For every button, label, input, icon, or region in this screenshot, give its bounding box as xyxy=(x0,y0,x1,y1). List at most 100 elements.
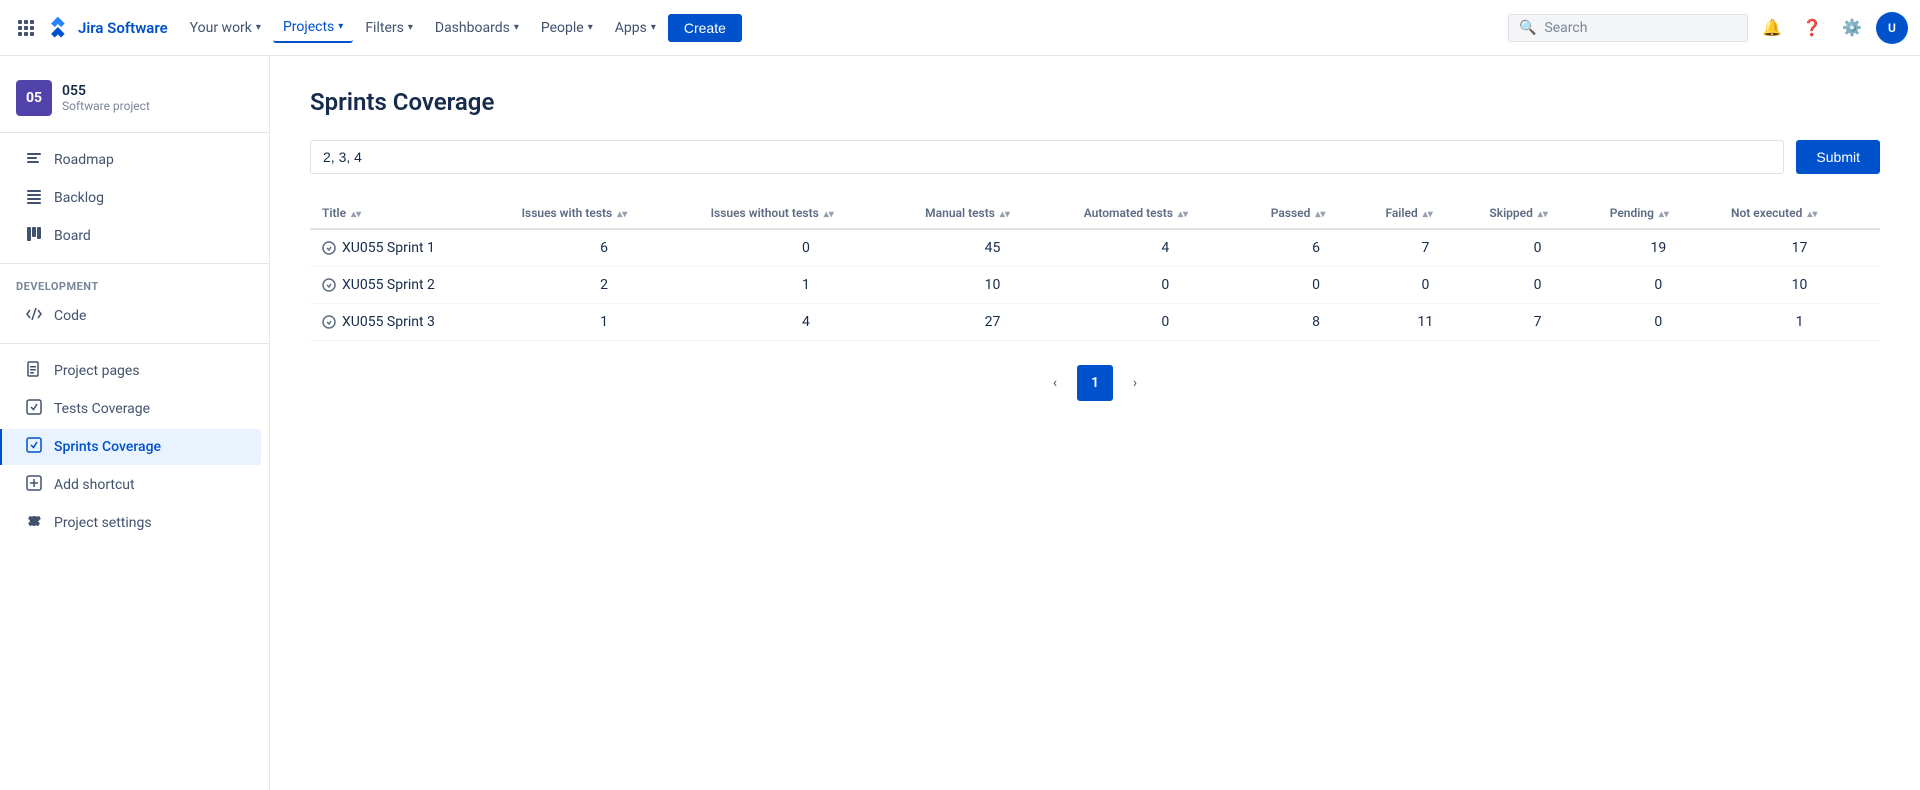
notifications-button[interactable]: 🔔 xyxy=(1756,12,1788,44)
main-content: Sprints Coverage Submit Title ▴▾ Issues … xyxy=(270,56,1920,790)
nav-filters[interactable]: Filters ▾ xyxy=(355,14,423,42)
cell-pending: 0 xyxy=(1598,267,1719,304)
sidebar-divider xyxy=(0,263,269,264)
project-icon: 05 xyxy=(16,80,52,116)
sidebar: 05 055 Software project Roadmap Backlog … xyxy=(0,56,270,790)
table-row[interactable]: XU055 Sprint 3 1 4 27 0 8 11 7 0 1 xyxy=(310,304,1880,341)
cell-manual-tests: 45 xyxy=(913,229,1072,267)
app-layout: 05 055 Software project Roadmap Backlog … xyxy=(0,56,1920,790)
col-failed[interactable]: Failed ▴▾ xyxy=(1373,198,1477,229)
sidebar-item-label: Backlog xyxy=(54,190,104,206)
cell-not-executed: 17 xyxy=(1719,229,1880,267)
sidebar-item-label: Tests Coverage xyxy=(54,401,150,417)
help-button[interactable]: ❓ xyxy=(1796,12,1828,44)
cell-title: XU055 Sprint 3 xyxy=(310,304,510,341)
cell-issues-without-tests: 1 xyxy=(699,267,914,304)
col-automated-tests[interactable]: Automated tests ▴▾ xyxy=(1072,198,1259,229)
cell-not-executed: 10 xyxy=(1719,267,1880,304)
cell-title: XU055 Sprint 2 xyxy=(310,267,510,304)
create-button[interactable]: Create xyxy=(668,14,742,42)
add-shortcut-icon xyxy=(24,475,44,495)
nav-your-work[interactable]: Your work ▾ xyxy=(180,14,271,42)
logo-text: Jira Software xyxy=(78,19,168,37)
cell-automated-tests: 4 xyxy=(1072,229,1259,267)
sidebar-item-label: Code xyxy=(54,308,86,324)
col-issues-without-tests[interactable]: Issues without tests ▴▾ xyxy=(699,198,914,229)
dev-section-label: DEVELOPMENT xyxy=(0,272,269,297)
settings-button[interactable]: ⚙️ xyxy=(1836,12,1868,44)
col-not-executed[interactable]: Not executed ▴▾ xyxy=(1719,198,1880,229)
nav-apps[interactable]: Apps ▾ xyxy=(605,14,666,42)
cell-passed: 0 xyxy=(1259,267,1374,304)
search-icon: 🔍 xyxy=(1519,20,1536,36)
nav-dashboards[interactable]: Dashboards ▾ xyxy=(425,14,529,42)
backlog-icon xyxy=(24,188,44,208)
pagination-next[interactable]: › xyxy=(1117,365,1153,401)
col-skipped[interactable]: Skipped ▴▾ xyxy=(1477,198,1597,229)
sidebar-item-project-pages[interactable]: Project pages xyxy=(8,353,261,389)
col-passed[interactable]: Passed ▴▾ xyxy=(1259,198,1374,229)
sidebar-item-backlog[interactable]: Backlog xyxy=(8,180,261,216)
cell-failed: 7 xyxy=(1373,229,1477,267)
sidebar-item-code[interactable]: Code xyxy=(8,298,261,334)
sort-icon: ▴▾ xyxy=(351,209,361,220)
sort-icon: ▴▾ xyxy=(824,209,834,220)
project-type: Software project xyxy=(62,99,150,113)
page-title: Sprints Coverage xyxy=(310,88,1880,116)
chevron-down-icon: ▾ xyxy=(408,22,413,33)
col-title[interactable]: Title ▴▾ xyxy=(310,198,510,229)
sidebar-item-project-settings[interactable]: Project settings xyxy=(8,505,261,541)
table-row[interactable]: XU055 Sprint 2 2 1 10 0 0 0 0 0 10 xyxy=(310,267,1880,304)
roadmap-icon xyxy=(24,150,44,170)
chevron-down-icon: ▾ xyxy=(256,22,261,33)
cell-failed: 11 xyxy=(1373,304,1477,341)
sidebar-item-roadmap[interactable]: Roadmap xyxy=(8,142,261,178)
jira-logo[interactable]: Jira Software xyxy=(44,14,168,42)
sidebar-project-header[interactable]: 05 055 Software project xyxy=(0,72,269,133)
chevron-down-icon: ▾ xyxy=(514,22,519,33)
nav-projects[interactable]: Projects ▾ xyxy=(273,13,353,43)
cell-issues-with-tests: 6 xyxy=(510,229,699,267)
table-header-row: Title ▴▾ Issues with tests ▴▾ Issues wit… xyxy=(310,198,1880,229)
pagination-page-1[interactable]: 1 xyxy=(1077,365,1113,401)
cell-pending: 0 xyxy=(1598,304,1719,341)
submit-button[interactable]: Submit xyxy=(1796,140,1880,174)
sidebar-item-label: Add shortcut xyxy=(54,477,135,493)
table-row[interactable]: XU055 Sprint 1 6 0 45 4 6 7 0 19 17 xyxy=(310,229,1880,267)
sort-icon: ▴▾ xyxy=(1000,209,1010,220)
sidebar-item-board[interactable]: Board xyxy=(8,218,261,254)
sidebar-item-label: Roadmap xyxy=(54,152,114,168)
sidebar-item-label: Sprints Coverage xyxy=(54,439,161,455)
sort-icon: ▴▾ xyxy=(1807,209,1817,220)
sprints-coverage-icon xyxy=(24,437,44,457)
cell-failed: 0 xyxy=(1373,267,1477,304)
cell-not-executed: 1 xyxy=(1719,304,1880,341)
col-issues-with-tests[interactable]: Issues with tests ▴▾ xyxy=(510,198,699,229)
grid-icon[interactable] xyxy=(12,14,40,42)
search-bar[interactable]: 🔍 Search xyxy=(1508,14,1748,42)
settings-icon xyxy=(24,513,44,533)
cell-title: XU055 Sprint 1 xyxy=(310,229,510,267)
cell-pending: 19 xyxy=(1598,229,1719,267)
filter-row: Submit xyxy=(310,140,1880,174)
col-pending[interactable]: Pending ▴▾ xyxy=(1598,198,1719,229)
nav-people[interactable]: People ▾ xyxy=(531,14,603,42)
sidebar-item-add-shortcut[interactable]: Add shortcut xyxy=(8,467,261,503)
avatar[interactable]: U xyxy=(1876,12,1908,44)
sidebar-item-sprints-coverage[interactable]: Sprints Coverage xyxy=(0,429,261,465)
sidebar-item-label: Project pages xyxy=(54,363,140,379)
cell-skipped: 7 xyxy=(1477,304,1597,341)
sprint-filter-input[interactable] xyxy=(310,140,1784,174)
pagination-prev[interactable]: ‹ xyxy=(1037,365,1073,401)
sidebar-item-tests-coverage[interactable]: Tests Coverage xyxy=(8,391,261,427)
sort-icon: ▴▾ xyxy=(1659,209,1669,220)
sort-icon: ▴▾ xyxy=(1538,209,1548,220)
cell-manual-tests: 10 xyxy=(913,267,1072,304)
sidebar-divider-2 xyxy=(0,343,269,344)
chevron-down-icon: ▾ xyxy=(651,22,656,33)
cell-passed: 6 xyxy=(1259,229,1374,267)
search-placeholder: Search xyxy=(1544,20,1587,36)
col-manual-tests[interactable]: Manual tests ▴▾ xyxy=(913,198,1072,229)
sort-icon: ▴▾ xyxy=(617,209,627,220)
chevron-down-icon: ▾ xyxy=(588,22,593,33)
